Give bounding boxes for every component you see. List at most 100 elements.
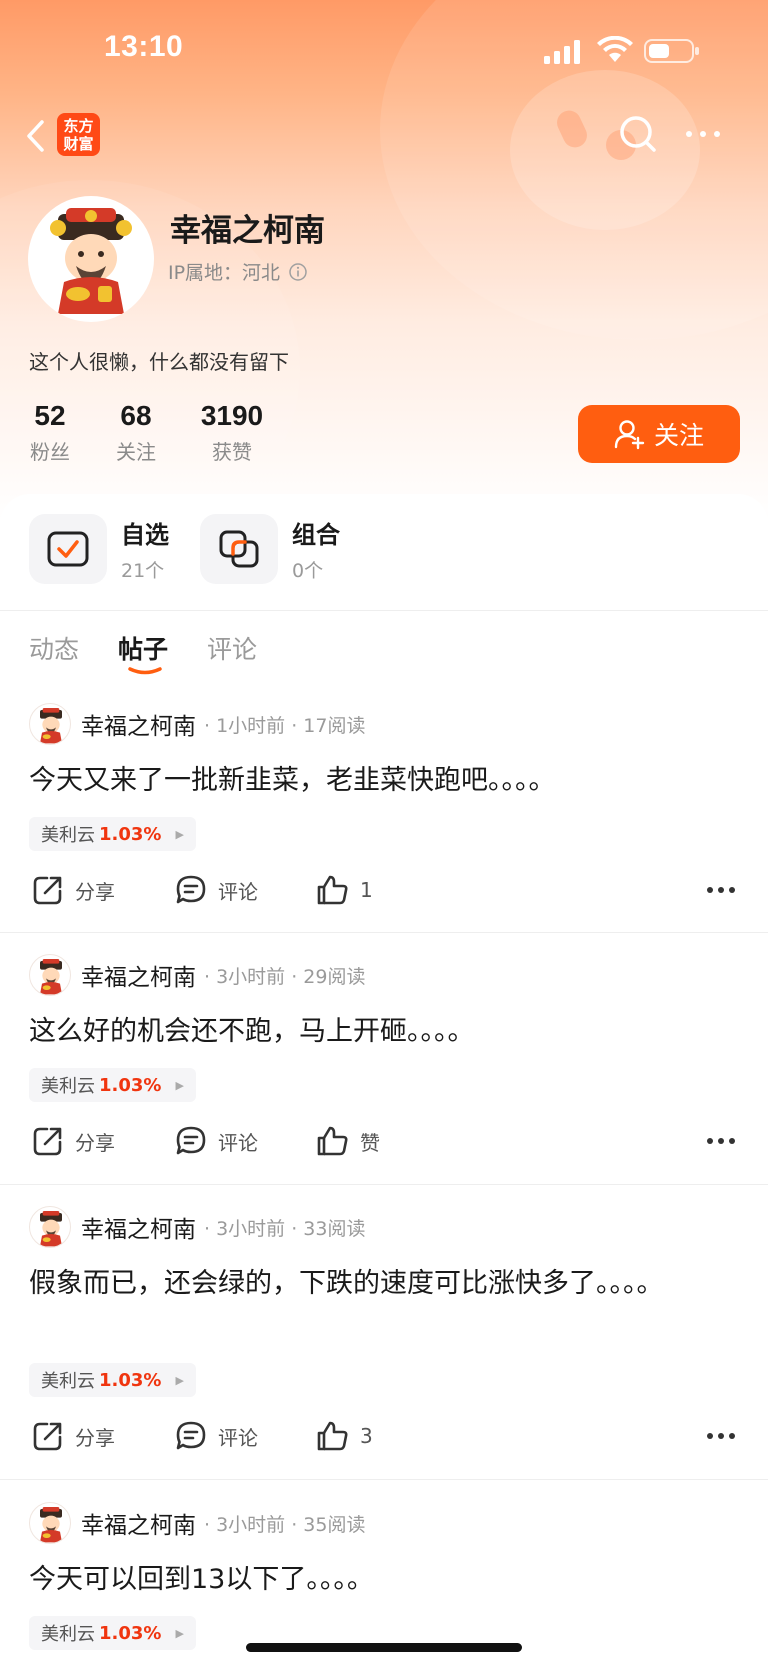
share-button[interactable]: 分享	[31, 1419, 115, 1453]
active-tab-indicator	[128, 667, 162, 675]
thumbs-up-icon	[317, 875, 348, 905]
stat-value: 3190	[200, 400, 264, 431]
post-item[interactable]: 幸福之柯南 · 1小时前 · 17阅读 今天又来了一批新韭菜，老韭菜快跑吧。。。…	[0, 703, 768, 933]
profile-name: 幸福之柯南	[170, 213, 325, 249]
stock-name: 美利云	[41, 1076, 95, 1097]
comment-label: 评论	[218, 1130, 258, 1155]
stock-tag[interactable]: 美利云 1.03% ▶	[29, 1068, 196, 1102]
home-indicator[interactable]	[246, 1643, 522, 1652]
status-time: 13:10	[104, 30, 184, 63]
like-count: 1	[360, 878, 373, 902]
profile-bio: 这个人很懒，什么都没有留下	[29, 350, 289, 374]
back-arrow-icon[interactable]	[22, 116, 50, 156]
comment-button[interactable]: 评论	[174, 873, 258, 907]
post-meta: · 1小时前 · 17阅读	[204, 714, 366, 737]
comment-button[interactable]: 评论	[174, 1419, 258, 1453]
post-author[interactable]: 幸福之柯南	[81, 1506, 196, 1540]
stat-value: 68	[120, 400, 152, 431]
tab-posts[interactable]: 帖子	[118, 630, 168, 666]
avatar[interactable]	[28, 196, 154, 322]
checkbox-icon	[47, 531, 89, 567]
post-actions: 分享 评论 1	[0, 873, 768, 913]
post-header: 幸福之柯南 · 3小时前 · 35阅读	[29, 1502, 365, 1544]
comment-button[interactable]: 评论	[174, 1124, 258, 1158]
tab-activity[interactable]: 动态	[29, 630, 79, 666]
share-icon	[33, 1422, 62, 1451]
post-meta: · 3小时前 · 29阅读	[204, 965, 366, 988]
share-label: 分享	[75, 1130, 115, 1155]
stock-change: 1.03%	[99, 1369, 162, 1391]
like-button[interactable]: 3	[316, 1419, 373, 1453]
more-options-icon[interactable]	[706, 1134, 736, 1148]
share-icon	[33, 1127, 62, 1156]
post-author[interactable]: 幸福之柯南	[81, 707, 196, 741]
author-avatar[interactable]	[29, 703, 71, 745]
ip-location: IP属地：河北	[168, 258, 308, 285]
fortune-god-avatar-icon	[50, 208, 132, 314]
stat-fans[interactable]: 52 粉丝	[29, 400, 71, 465]
ip-location-text: IP属地：河北	[168, 262, 281, 284]
fortune-god-avatar-icon	[40, 1507, 62, 1543]
post-item[interactable]: 幸福之柯南 · 3小时前 · 35阅读 今天可以回到13以下了。。。。 美利云 …	[0, 1502, 768, 1662]
post-content[interactable]: 今天又来了一批新韭菜，老韭菜快跑吧。。。。	[29, 759, 669, 803]
share-icon	[33, 876, 62, 905]
stat-likes[interactable]: 3190 获赞	[199, 400, 265, 465]
watchlist-count: 21个	[121, 560, 165, 582]
triangle-right-icon: ▶	[175, 827, 184, 841]
share-label: 分享	[75, 1425, 115, 1450]
post-content[interactable]: 今天可以回到13以下了。。。。	[29, 1558, 669, 1602]
like-label: 赞	[360, 1130, 380, 1155]
portfolio-title: 组合	[292, 521, 340, 549]
share-label: 分享	[75, 879, 115, 904]
stat-following[interactable]: 68 关注	[115, 400, 157, 465]
divider	[0, 610, 768, 611]
more-options-icon[interactable]	[706, 883, 736, 897]
post-header: 幸福之柯南 · 3小时前 · 33阅读	[29, 1206, 365, 1248]
watchlist-title: 自选	[121, 521, 169, 549]
more-options-icon[interactable]	[684, 122, 722, 146]
post-item[interactable]: 幸福之柯南 · 3小时前 · 33阅读 假象而已，还会绿的，下跌的速度可比涨快多…	[0, 1206, 768, 1476]
author-avatar[interactable]	[29, 1502, 71, 1544]
stock-change: 1.03%	[99, 1622, 162, 1644]
post-header: 幸福之柯南 · 3小时前 · 29阅读	[29, 954, 365, 996]
follow-button[interactable]: 关注	[578, 405, 740, 463]
post-author[interactable]: 幸福之柯南	[81, 958, 196, 992]
search-icon[interactable]	[618, 114, 658, 154]
stock-tag[interactable]: 美利云 1.03% ▶	[29, 817, 196, 851]
author-avatar[interactable]	[29, 1206, 71, 1248]
comment-icon	[176, 1126, 206, 1155]
like-button[interactable]: 赞	[316, 1124, 380, 1158]
stock-name: 美利云	[41, 825, 95, 846]
battery-icon	[644, 39, 699, 63]
follow-button-label: 关注	[653, 421, 704, 450]
post-author[interactable]: 幸福之柯南	[81, 1210, 196, 1244]
watchlist-icon-box	[29, 514, 107, 584]
share-button[interactable]: 分享	[31, 873, 115, 907]
post-item[interactable]: 幸福之柯南 · 3小时前 · 29阅读 这么好的机会还不跑，马上开砸。。。。 美…	[0, 954, 768, 1184]
more-options-icon[interactable]	[706, 1429, 736, 1443]
info-icon[interactable]	[288, 262, 308, 282]
portfolio-link[interactable]: 组合 0个	[200, 514, 340, 584]
stock-tag[interactable]: 美利云 1.03% ▶	[29, 1616, 196, 1650]
stat-label: 获赞	[212, 440, 252, 464]
comment-icon	[176, 1421, 206, 1450]
divider	[0, 1479, 768, 1480]
stat-value: 52	[34, 400, 66, 431]
post-meta: · 3小时前 · 35阅读	[204, 1513, 366, 1536]
comment-label: 评论	[218, 879, 258, 904]
tab-comments[interactable]: 评论	[207, 630, 257, 666]
comment-label: 评论	[218, 1425, 258, 1450]
watchlist-link[interactable]: 自选 21个	[29, 514, 169, 584]
divider	[0, 932, 768, 933]
post-content[interactable]: 这么好的机会还不跑，马上开砸。。。。	[29, 1010, 669, 1054]
post-content[interactable]: 假象而已，还会绿的，下跌的速度可比涨快多了。。。。	[29, 1262, 669, 1306]
stock-name: 美利云	[41, 1371, 95, 1392]
stat-label: 关注	[116, 440, 156, 464]
stock-tag[interactable]: 美利云 1.03% ▶	[29, 1363, 196, 1397]
thumbs-up-icon	[317, 1421, 348, 1451]
share-button[interactable]: 分享	[31, 1124, 115, 1158]
like-button[interactable]: 1	[316, 873, 373, 907]
author-avatar[interactable]	[29, 954, 71, 996]
thumbs-up-icon	[317, 1126, 348, 1156]
fortune-god-avatar-icon	[40, 1211, 62, 1247]
